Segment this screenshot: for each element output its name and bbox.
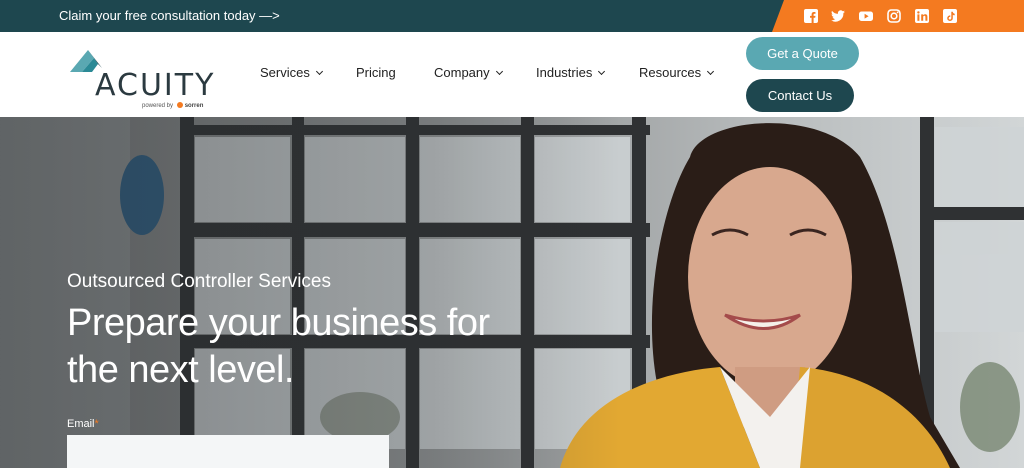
social-links — [772, 0, 1024, 32]
hero-section: Outsourced Controller Services Prepare y… — [0, 117, 1024, 468]
sorren-icon — [176, 102, 183, 108]
nav-item-resources[interactable]: Resources — [639, 65, 715, 80]
twitter-icon[interactable] — [831, 9, 845, 23]
email-field-label: Email* — [67, 418, 99, 430]
acuity-logo[interactable]: ACUITY powered by sorren — [68, 44, 218, 109]
chevron-down-icon — [707, 67, 715, 76]
instagram-icon[interactable] — [887, 9, 901, 23]
hero-headline: Prepare your business for the next level… — [67, 302, 490, 391]
top-announcement-bar: Claim your free consultation today —> — [0, 0, 1024, 32]
hero-subtitle: Outsourced Controller Services — [67, 271, 331, 292]
logo-wordmark: ACUITY — [95, 68, 216, 103]
chevron-down-icon — [598, 67, 606, 76]
nav-item-services[interactable]: Services — [260, 65, 323, 80]
linkedin-icon[interactable] — [915, 9, 929, 23]
get-a-quote-button[interactable]: Get a Quote — [746, 37, 859, 70]
tiktok-icon[interactable] — [943, 9, 957, 23]
powered-by-label: powered by sorren — [142, 102, 204, 109]
nav-item-company[interactable]: Company — [434, 65, 503, 80]
required-marker: * — [94, 418, 99, 430]
facebook-icon[interactable] — [804, 9, 818, 23]
chevron-down-icon — [495, 67, 503, 76]
chevron-down-icon — [315, 67, 323, 76]
contact-us-button[interactable]: Contact Us — [746, 79, 854, 112]
site-header: ACUITY powered by sorren Services Pricin… — [0, 32, 1024, 117]
youtube-icon[interactable] — [859, 9, 873, 23]
email-field[interactable] — [67, 435, 389, 468]
nav-item-pricing[interactable]: Pricing — [356, 65, 396, 80]
nav-item-industries[interactable]: Industries — [536, 65, 606, 80]
free-consultation-link[interactable]: Claim your free consultation today —> — [59, 0, 280, 32]
